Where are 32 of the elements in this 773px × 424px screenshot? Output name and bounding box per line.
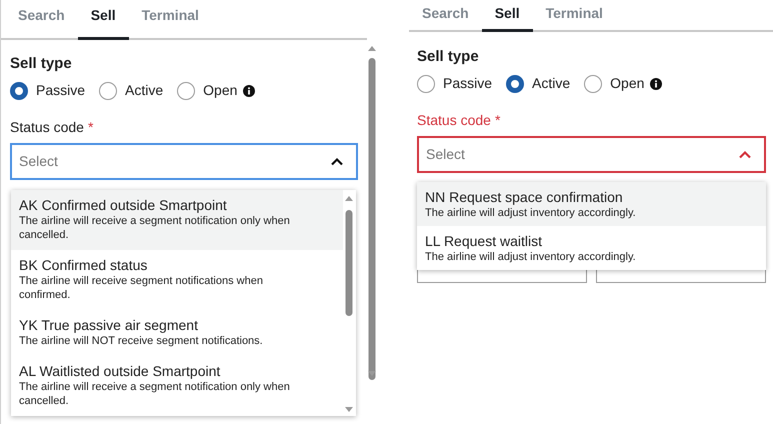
radio-button[interactable] bbox=[417, 74, 435, 92]
radio-button[interactable] bbox=[177, 82, 196, 100]
required-mark: * bbox=[88, 118, 94, 137]
tab[interactable]: Terminal bbox=[128, 0, 212, 40]
radio-label: Open bbox=[610, 74, 644, 93]
dropdown-option[interactable]: AK Confirmed outside Smartpoint The airline will receive a segment notification only when cancelled. bbox=[11, 190, 343, 250]
required-mark: * bbox=[494, 111, 500, 130]
radio-label: Passive bbox=[443, 74, 492, 93]
field-label: Status code bbox=[10, 118, 84, 137]
radio-button[interactable] bbox=[99, 82, 118, 100]
radio-button[interactable] bbox=[584, 74, 602, 92]
field-label: Status code bbox=[417, 111, 491, 130]
chevron-up-icon bbox=[330, 157, 344, 166]
radio-button[interactable] bbox=[506, 74, 524, 92]
radio-label: Passive bbox=[36, 81, 86, 100]
tab[interactable]: Sell bbox=[482, 0, 533, 32]
section-heading: Sell type bbox=[417, 47, 480, 67]
dropdown-option[interactable]: LL Request waitlist The airline will adjust inventory accordingly. bbox=[417, 226, 766, 270]
select-field[interactable]: Select bbox=[417, 136, 766, 173]
tab[interactable]: Sell bbox=[78, 0, 129, 40]
tab[interactable]: Search bbox=[5, 0, 78, 40]
radio-button[interactable] bbox=[10, 82, 28, 100]
radio-label: Active bbox=[125, 81, 164, 100]
tab[interactable]: Terminal bbox=[532, 0, 616, 32]
section-heading: Sell type bbox=[10, 54, 73, 74]
dropdown-option[interactable]: AL Waitlisted outside Smartpoint The airline will receive a segment notification only when cancelled. bbox=[11, 356, 343, 416]
radio-label: Active bbox=[532, 74, 570, 93]
select-field[interactable]: Select bbox=[10, 143, 358, 180]
chevron-up-icon bbox=[738, 150, 752, 159]
dropdown-option[interactable]: NN Request space confirmation The airline will adjust inventory accordingly. bbox=[417, 182, 766, 226]
radio-label: Open bbox=[203, 81, 238, 100]
tab[interactable]: Search bbox=[409, 0, 482, 32]
